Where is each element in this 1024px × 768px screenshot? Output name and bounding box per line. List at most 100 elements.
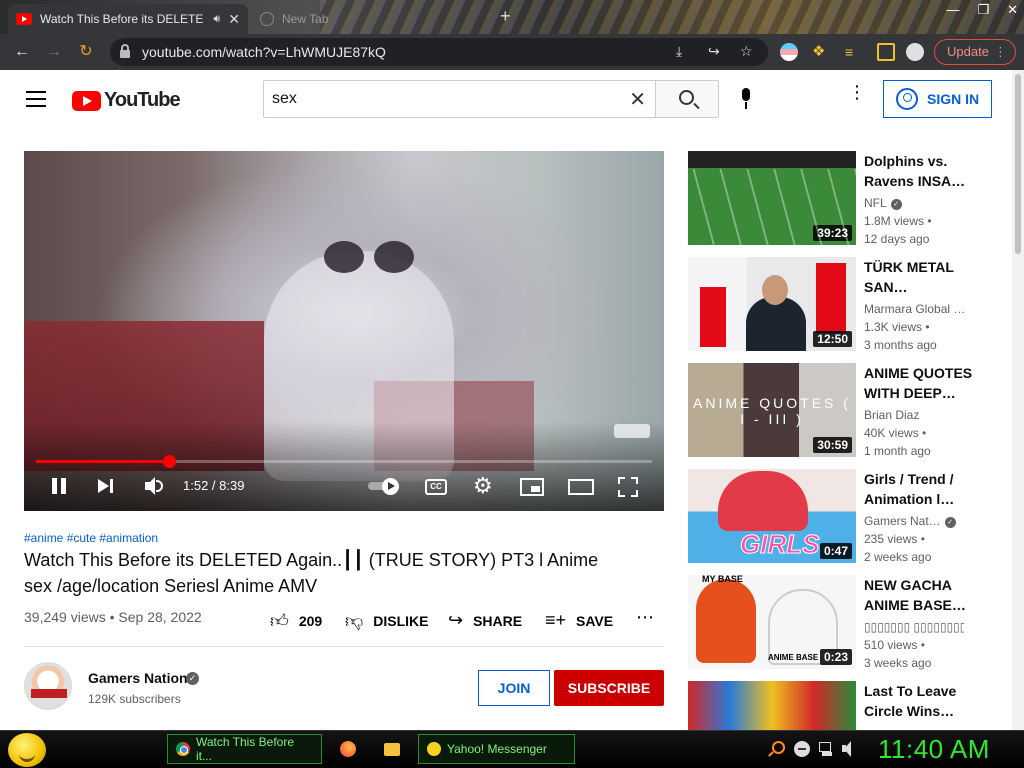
browser-toolbar: ← → ↻ youtube.com/watch?v=LhWMUJE87kQ ⤓ … (0, 34, 1024, 70)
recommended-channel[interactable]: ▯▯▯▯▯▯▯ ▯▯▯▯▯▯▯▯… (864, 620, 964, 634)
tab-youtube-active[interactable]: Watch This Before its DELETE 🔊︎ ✕ (8, 4, 248, 34)
recommended-video[interactable]: GIRLS 0:47 Girls / Trend / Animation l… … (688, 469, 988, 565)
youtube-favicon-icon (16, 13, 32, 25)
sign-in-button[interactable]: SIGN IN (883, 80, 992, 118)
tab-close-icon[interactable]: ✕ (228, 11, 240, 28)
duration-badge: 0:47 (819, 543, 852, 559)
forward-arrow-icon[interactable]: → (42, 40, 66, 64)
share-button[interactable]: ↪ SHARE (448, 610, 522, 631)
recommended-video[interactable]: MY BASE ANIME BASE 0:23 NEW GACHA ANIME … (688, 575, 988, 671)
new-tab-plus-icon[interactable]: + (500, 6, 511, 27)
tray-minus-icon[interactable] (794, 741, 810, 757)
tab-new-tab[interactable]: New Tab (252, 4, 484, 34)
side-panel-icon[interactable] (877, 43, 895, 61)
video-thumbnail[interactable]: MY BASE ANIME BASE 0:23 (688, 575, 856, 669)
next-video-icon[interactable] (97, 476, 115, 496)
recommended-title[interactable]: Dolphins vs. Ravens INSA… (864, 151, 976, 191)
recommended-video[interactable]: Last To Leave Circle Wins… (688, 681, 988, 730)
taskbar: Watch This Before it... Yahoo! Messenger… (0, 730, 1024, 768)
settings-kebab-icon[interactable]: ⋮ (848, 83, 866, 110)
youtube-logo[interactable]: YouTube (72, 89, 181, 112)
captions-icon[interactable]: CC (425, 479, 447, 495)
recommended-title[interactable]: Last To Leave Circle Wins… (864, 681, 976, 721)
taskbar-item-yahoo-messenger[interactable]: Yahoo! Messenger (418, 734, 575, 764)
thumbnail-text: ANIME BASE (768, 653, 819, 662)
recommended-channel[interactable]: Marmara Global … (864, 302, 964, 316)
url-text[interactable]: youtube.com/watch?v=LhWMUJE87kQ (142, 44, 386, 60)
share-arrow-icon: ↪ (448, 610, 464, 630)
recommended-channel[interactable]: NFL ✓ (864, 196, 964, 210)
recommended-video[interactable]: 12:50 TÜRK METAL SAN… Marmara Global … 1… (688, 257, 988, 353)
search-query[interactable]: sex (272, 90, 297, 108)
address-bar[interactable]: youtube.com/watch?v=LhWMUJE87kQ ⤓ ↪ ☆ (110, 38, 768, 66)
profile-avatar-icon[interactable] (906, 43, 924, 61)
recommended-title[interactable]: Girls / Trend / Animation l… (864, 469, 976, 509)
progress-bar[interactable] (36, 455, 652, 468)
taskbar-clock[interactable]: 11:40 AM (878, 734, 990, 765)
taskbar-item-chrome[interactable]: Watch This Before it... (167, 734, 322, 764)
recommended-video[interactable]: ANIME QUOTES ( I - III ) 30:59 ANIME QUO… (688, 363, 988, 459)
channel-name[interactable]: Gamers Nation (88, 670, 188, 686)
tab-audio-icon[interactable]: 🔊︎ (213, 13, 220, 26)
join-button[interactable]: JOIN (478, 670, 550, 706)
recommended-title[interactable]: TÜRK METAL SAN… (864, 257, 976, 297)
recommended-channel[interactable]: Gamers Nat… ✓ (864, 514, 964, 528)
hashtags[interactable]: #anime #cute #animation (24, 531, 158, 545)
share-page-icon[interactable]: ↪ (708, 43, 720, 60)
back-arrow-icon[interactable]: ← (10, 40, 34, 64)
hamburger-menu-icon[interactable] (26, 91, 46, 107)
search-input[interactable]: sex ✕ (263, 80, 656, 118)
voice-search-mic-icon[interactable] (739, 88, 753, 112)
tray-search-icon[interactable] (768, 741, 785, 757)
search-button[interactable] (655, 80, 719, 118)
video-thumbnail[interactable]: GIRLS 0:47 (688, 469, 856, 563)
recommended-title[interactable]: ANIME QUOTES WITH DEEP… (864, 363, 976, 403)
youtube-watch-page: YouTube sex ✕ ⋮ SIGN IN 1:52 / 8:39 CC ⚙… (0, 70, 1012, 730)
clear-search-icon[interactable]: ✕ (629, 87, 646, 112)
update-button[interactable]: Update ⋮ (934, 39, 1016, 65)
speaker-icon[interactable] (842, 741, 858, 757)
dislike-button[interactable]: 👎︎ DISLIKE (345, 610, 429, 632)
restore-icon[interactable]: ❐ (977, 2, 989, 18)
install-icon[interactable]: ⤓ (676, 43, 682, 60)
start-smiley-icon[interactable] (8, 733, 46, 767)
video-title: Watch This Before its DELETED Again..┃┃ … (24, 550, 599, 596)
video-player[interactable]: 1:52 / 8:39 CC ⚙ (24, 151, 664, 511)
subscribe-button[interactable]: SUBSCRIBE (554, 670, 664, 706)
video-thumbnail[interactable]: 12:50 (688, 257, 856, 351)
channel-avatar[interactable] (24, 662, 72, 710)
recommended-views: 1.8M views • (864, 214, 932, 228)
bookmark-star-icon[interactable]: ☆ (740, 43, 753, 60)
gear-icon[interactable]: ⚙ (473, 475, 493, 497)
pause-icon[interactable] (50, 476, 68, 496)
browser-tab-strip: Watch This Before its DELETE 🔊︎ ✕ New Ta… (0, 0, 1024, 34)
more-actions-icon[interactable]: ⋯ (636, 607, 655, 628)
scrubber-handle[interactable] (163, 455, 177, 468)
profile-extension-icon[interactable] (780, 43, 798, 61)
autoplay-toggle[interactable] (368, 478, 402, 495)
media-controls-icon[interactable]: ≡ (845, 43, 863, 61)
network-icon[interactable] (818, 741, 834, 757)
taskbar-item-firefox[interactable] (340, 734, 360, 764)
like-button[interactable]: 👍︎ 209 (270, 610, 322, 632)
recommended-title[interactable]: NEW GACHA ANIME BASE… (864, 575, 976, 615)
video-thumbnail[interactable] (688, 681, 856, 730)
recommended-video[interactable]: 39:23 Dolphins vs. Ravens INSA… NFL ✓ 1.8… (688, 151, 988, 247)
scrollbar-thumb[interactable] (1015, 74, 1021, 254)
page-scrollbar[interactable] (1012, 70, 1024, 730)
video-watermark (614, 424, 650, 438)
recommended-channel[interactable]: Brian Diaz (864, 408, 964, 422)
window-close-icon[interactable]: ✕ (1007, 2, 1018, 18)
volume-icon[interactable] (143, 476, 165, 496)
miniplayer-icon[interactable] (520, 478, 544, 496)
video-thumbnail[interactable]: 39:23 (688, 151, 856, 245)
theater-mode-icon[interactable] (568, 479, 594, 495)
fullscreen-icon[interactable] (618, 477, 638, 497)
taskbar-item-folder[interactable] (384, 734, 404, 764)
reload-icon[interactable]: ↻ (74, 40, 98, 64)
extensions-puzzle-icon[interactable]: ❖ (812, 43, 830, 61)
minimize-icon[interactable]: — (946, 2, 959, 18)
save-button[interactable]: ≡+ SAVE (545, 610, 613, 631)
lock-icon[interactable] (120, 44, 130, 58)
video-thumbnail[interactable]: ANIME QUOTES ( I - III ) 30:59 (688, 363, 856, 457)
